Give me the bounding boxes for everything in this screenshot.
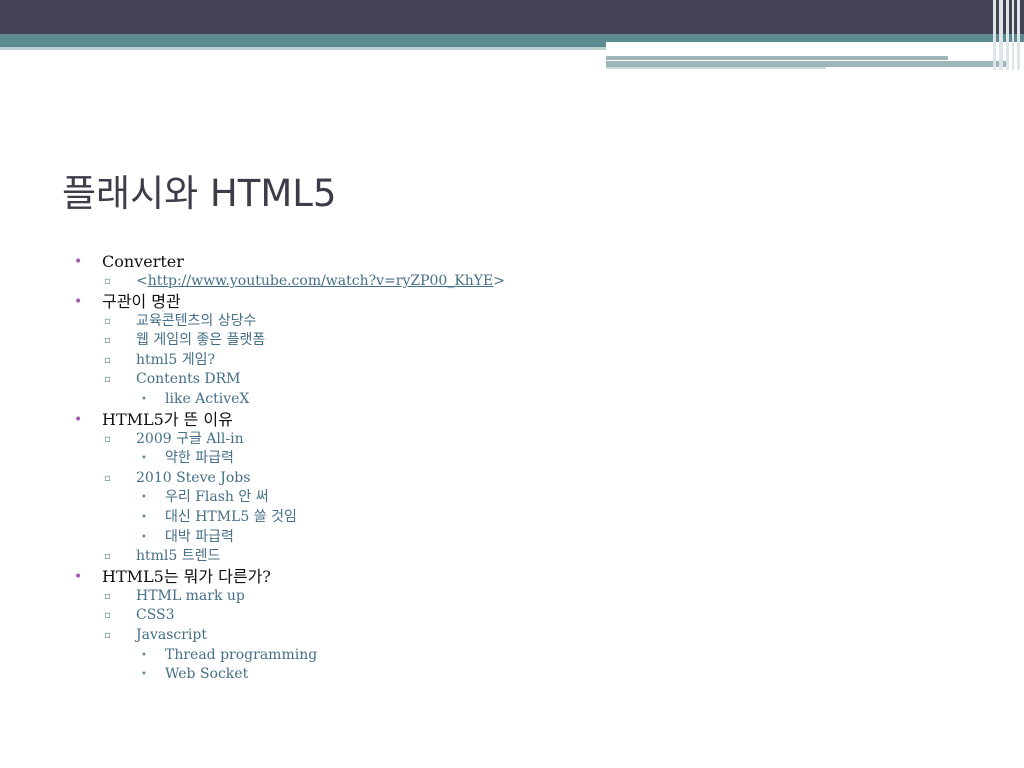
list-item: ▫ Javascript bbox=[74, 626, 974, 646]
list-item: ▫ 2009 구글 All-in bbox=[74, 430, 974, 450]
youtube-link[interactable]: http://www.youtube.com/watch?v=ryZP00_Kh… bbox=[148, 273, 494, 289]
list-item: • HTML5는 뭐가 다른가? bbox=[74, 566, 271, 586]
list-item: • HTML5가 뜬 이유 bbox=[74, 409, 233, 429]
bullet-small-dot-icon: • bbox=[141, 649, 147, 661]
bullet-dot-icon: • bbox=[74, 411, 83, 428]
bullet-square-icon: ▫ bbox=[104, 276, 111, 287]
slide-title: 플래시와 HTML5 bbox=[62, 172, 337, 215]
bullet-square-icon: ▫ bbox=[104, 433, 111, 445]
header-accent-bar bbox=[606, 67, 826, 69]
list-item: • 대신 HTML5 쓸 것임 bbox=[74, 508, 974, 528]
bullet-dot-icon: • bbox=[74, 293, 83, 310]
header-accent-bar bbox=[606, 56, 948, 60]
list-item: ▫ 2010 Steve Jobs bbox=[74, 469, 974, 489]
list-item: ▫ html5 트렌드 bbox=[74, 547, 974, 567]
bullet-square-icon: ▫ bbox=[104, 590, 111, 602]
bullet-small-dot-icon: • bbox=[141, 511, 147, 523]
bullet-square-icon: ▫ bbox=[104, 315, 111, 327]
bullet-square-icon: ▫ bbox=[104, 335, 111, 347]
bullet-square-icon: ▫ bbox=[104, 472, 111, 484]
bullet-square-icon: ▫ bbox=[104, 629, 111, 641]
list-item: • Web Socket bbox=[74, 665, 974, 685]
bullet-small-dot-icon: • bbox=[141, 492, 147, 504]
list-item: ▫ 교육콘텐츠의 상당수 bbox=[74, 312, 974, 332]
bullet-square-icon: ▫ bbox=[104, 551, 111, 563]
bullet-square-icon: ▫ bbox=[104, 354, 111, 366]
bullet-square-icon: ▫ bbox=[104, 610, 111, 622]
header-vertical-stripe bbox=[1012, 0, 1014, 70]
list-item: ▫ HTML mark up bbox=[74, 587, 974, 607]
bullet-small-dot-icon: • bbox=[141, 669, 147, 681]
bullet-small-dot-icon: • bbox=[141, 393, 147, 405]
list-item: ▫ <http://www.youtube.com/watch?v=ryZP00_… bbox=[74, 272, 974, 292]
list-item: ▫ 웹 게임의 좋은 플랫폼 bbox=[74, 331, 974, 351]
bullet-square-icon: ▫ bbox=[104, 374, 111, 386]
list-item: • Thread programming bbox=[74, 646, 974, 666]
bullet-small-dot-icon: • bbox=[141, 453, 147, 465]
header-band-dark bbox=[0, 0, 1024, 34]
list-item: • like ActiveX bbox=[74, 390, 974, 410]
bullet-small-dot-icon: • bbox=[141, 531, 147, 543]
header-vertical-stripe bbox=[1017, 0, 1020, 70]
list-item: • 약한 파급력 bbox=[74, 449, 974, 469]
list-item: ▫ Contents DRM bbox=[74, 370, 974, 390]
header-vertical-stripe bbox=[993, 0, 996, 70]
bullet-dot-icon: • bbox=[74, 254, 83, 270]
list-item: ▫ CSS3 bbox=[74, 606, 974, 626]
list-item: ▫ html5 게임? bbox=[74, 351, 974, 371]
list-item: • 우리 Flash 안 써 bbox=[74, 488, 974, 508]
header-vertical-stripe bbox=[1006, 0, 1009, 70]
slide-content: • Converter ▫ <http://www.youtube.com/watc… bbox=[74, 252, 974, 685]
list-item: • 대박 파급력 bbox=[74, 528, 974, 548]
bullet-dot-icon: • bbox=[74, 568, 83, 585]
list-item: • Converter bbox=[74, 252, 184, 271]
header-vertical-stripe bbox=[999, 0, 1003, 70]
list-item: • 구관이 명관 bbox=[74, 291, 181, 311]
